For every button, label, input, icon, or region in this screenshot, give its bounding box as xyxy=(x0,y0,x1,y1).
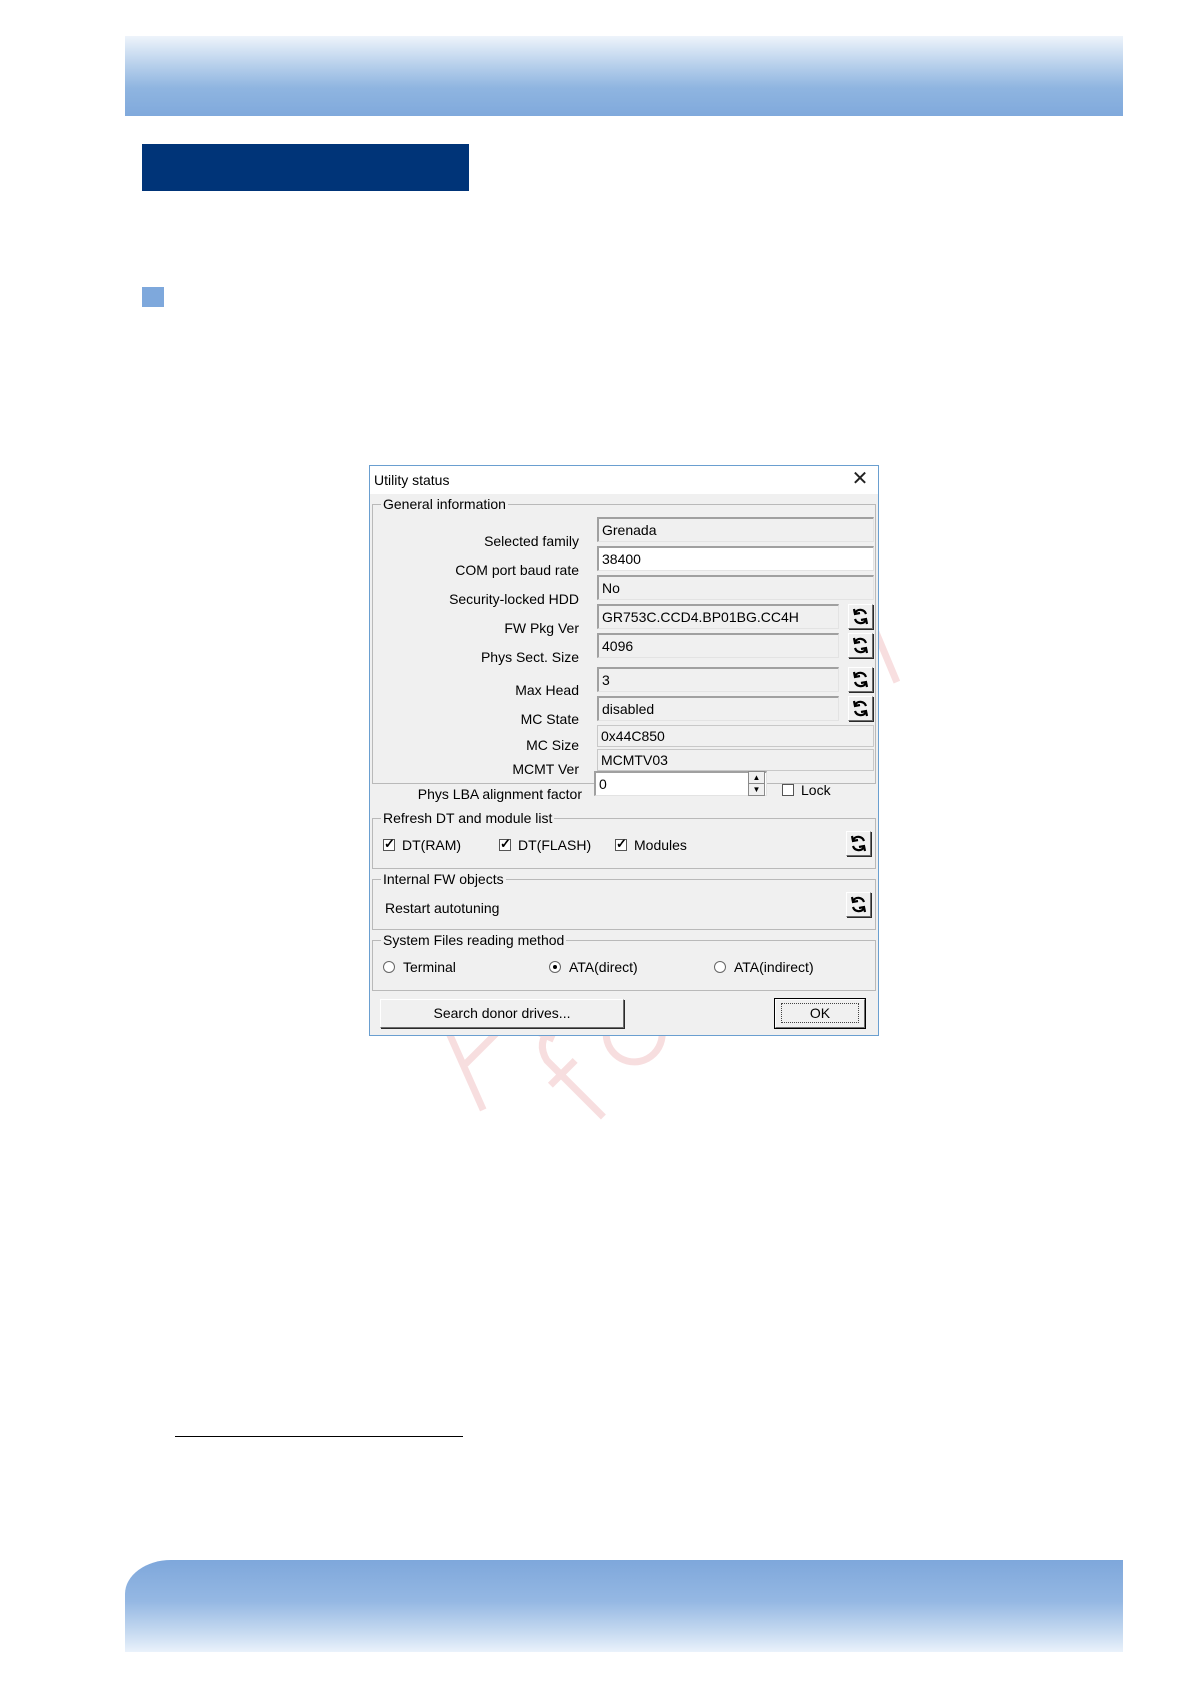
refresh-icon xyxy=(852,671,869,688)
spin-down-icon[interactable]: ▼ xyxy=(749,783,764,795)
mcmt-ver-label: MCMT Ver xyxy=(512,761,579,777)
page-footer-band xyxy=(125,1560,1123,1652)
search-donor-drives-button[interactable]: Search donor drives... xyxy=(380,999,624,1028)
selected-family-field: Grenada xyxy=(597,517,874,542)
group-legend: Refresh DT and module list xyxy=(381,810,555,826)
lba-alignment-spinner[interactable]: ▲ ▼ xyxy=(748,771,765,796)
dt-flash-checkbox-box[interactable] xyxy=(499,836,511,852)
modules-checkbox-box[interactable] xyxy=(615,836,627,852)
footnote-rule xyxy=(175,1436,463,1437)
lock-label: Lock xyxy=(801,782,831,798)
refresh-fw-button[interactable] xyxy=(848,604,873,629)
page-header-band xyxy=(125,36,1123,116)
lba-alignment-label: Phys LBA alignment factor xyxy=(417,786,582,802)
section-title-block xyxy=(142,144,469,191)
close-icon[interactable]: ✕ xyxy=(848,468,872,490)
security-locked-field: No xyxy=(597,575,874,600)
ata-indirect-radio-dot[interactable] xyxy=(714,961,726,973)
group-legend: System Files reading method xyxy=(381,932,567,948)
dialog-title: Utility status xyxy=(374,472,450,488)
refresh-max-head-button[interactable] xyxy=(848,667,873,692)
refresh-mc-state-button[interactable] xyxy=(848,696,873,721)
terminal-radio-dot[interactable] xyxy=(383,961,395,973)
refresh-icon xyxy=(852,608,869,625)
refresh-icon xyxy=(852,700,869,717)
max-head-label: Max Head xyxy=(515,682,579,698)
ata-indirect-label: ATA(indirect) xyxy=(734,959,814,975)
general-information-group: General information Selected family Gren… xyxy=(372,496,876,784)
ata-direct-label: ATA(direct) xyxy=(569,959,638,975)
lba-alignment-input[interactable]: 0 xyxy=(594,771,767,796)
mc-size-label: MC Size xyxy=(526,737,579,753)
selected-family-label: Selected family xyxy=(484,533,579,549)
refresh-dt-button[interactable] xyxy=(846,831,871,856)
ata-direct-radio[interactable]: ATA(direct) xyxy=(549,959,638,975)
refresh-icon xyxy=(850,835,867,852)
dt-flash-label: DT(FLASH) xyxy=(518,837,592,853)
refresh-phys-sect-button[interactable] xyxy=(848,633,873,658)
fw-pkg-ver-label: FW Pkg Ver xyxy=(504,620,579,636)
system-files-group: System Files reading method Terminal ATA… xyxy=(372,932,876,991)
fw-pkg-ver-field: GR753C.CCD4.BP01BG.CC4H xyxy=(597,604,839,629)
mc-state-field: disabled xyxy=(597,696,839,721)
dt-flash-checkbox[interactable]: DT(FLASH) xyxy=(499,836,592,853)
modules-label: Modules xyxy=(634,837,687,853)
ata-indirect-radio[interactable]: ATA(indirect) xyxy=(714,959,814,975)
group-legend: Internal FW objects xyxy=(381,871,506,887)
mcmt-ver-field: MCMTV03 xyxy=(597,749,874,771)
refresh-icon xyxy=(850,896,867,913)
bullet-square xyxy=(142,287,164,307)
mc-state-label: MC State xyxy=(520,711,579,727)
refresh-icon xyxy=(852,637,869,654)
dt-ram-label: DT(RAM) xyxy=(402,837,462,853)
dt-ram-checkbox-box[interactable] xyxy=(383,836,395,852)
restart-autotuning-label: Restart autotuning xyxy=(385,900,500,916)
modules-checkbox[interactable]: Modules xyxy=(615,836,687,853)
ok-button[interactable]: OK xyxy=(774,998,866,1029)
mc-size-field: 0x44C850 xyxy=(597,725,874,747)
ata-direct-radio-dot[interactable] xyxy=(549,961,561,973)
baud-rate-label: COM port baud rate xyxy=(455,562,579,578)
internal-fw-group: Internal FW objects Restart autotuning xyxy=(372,871,876,930)
dialog-titlebar: Utility status ✕ xyxy=(370,466,878,494)
spin-up-icon[interactable]: ▲ xyxy=(749,772,764,783)
ok-button-label: OK xyxy=(780,1003,860,1023)
restart-autotuning-button[interactable] xyxy=(846,892,871,917)
terminal-radio[interactable]: Terminal xyxy=(383,959,456,975)
baud-rate-input[interactable]: 38400 xyxy=(597,546,874,571)
phys-sect-size-label: Phys Sect. Size xyxy=(480,649,579,665)
phys-sect-size-field: 4096 xyxy=(597,633,839,658)
dt-ram-checkbox[interactable]: DT(RAM) xyxy=(383,836,462,853)
refresh-dt-group: Refresh DT and module list DT(RAM) DT(FL… xyxy=(372,810,876,869)
terminal-label: Terminal xyxy=(403,959,456,975)
lock-checkbox[interactable]: Lock xyxy=(782,782,831,798)
lock-checkbox-box[interactable] xyxy=(782,784,794,796)
security-locked-label: Security-locked HDD xyxy=(449,591,579,607)
utility-status-dialog: Utility status ✕ General information Sel… xyxy=(369,465,879,1036)
group-legend: General information xyxy=(381,496,508,512)
max-head-field: 3 xyxy=(597,667,839,692)
